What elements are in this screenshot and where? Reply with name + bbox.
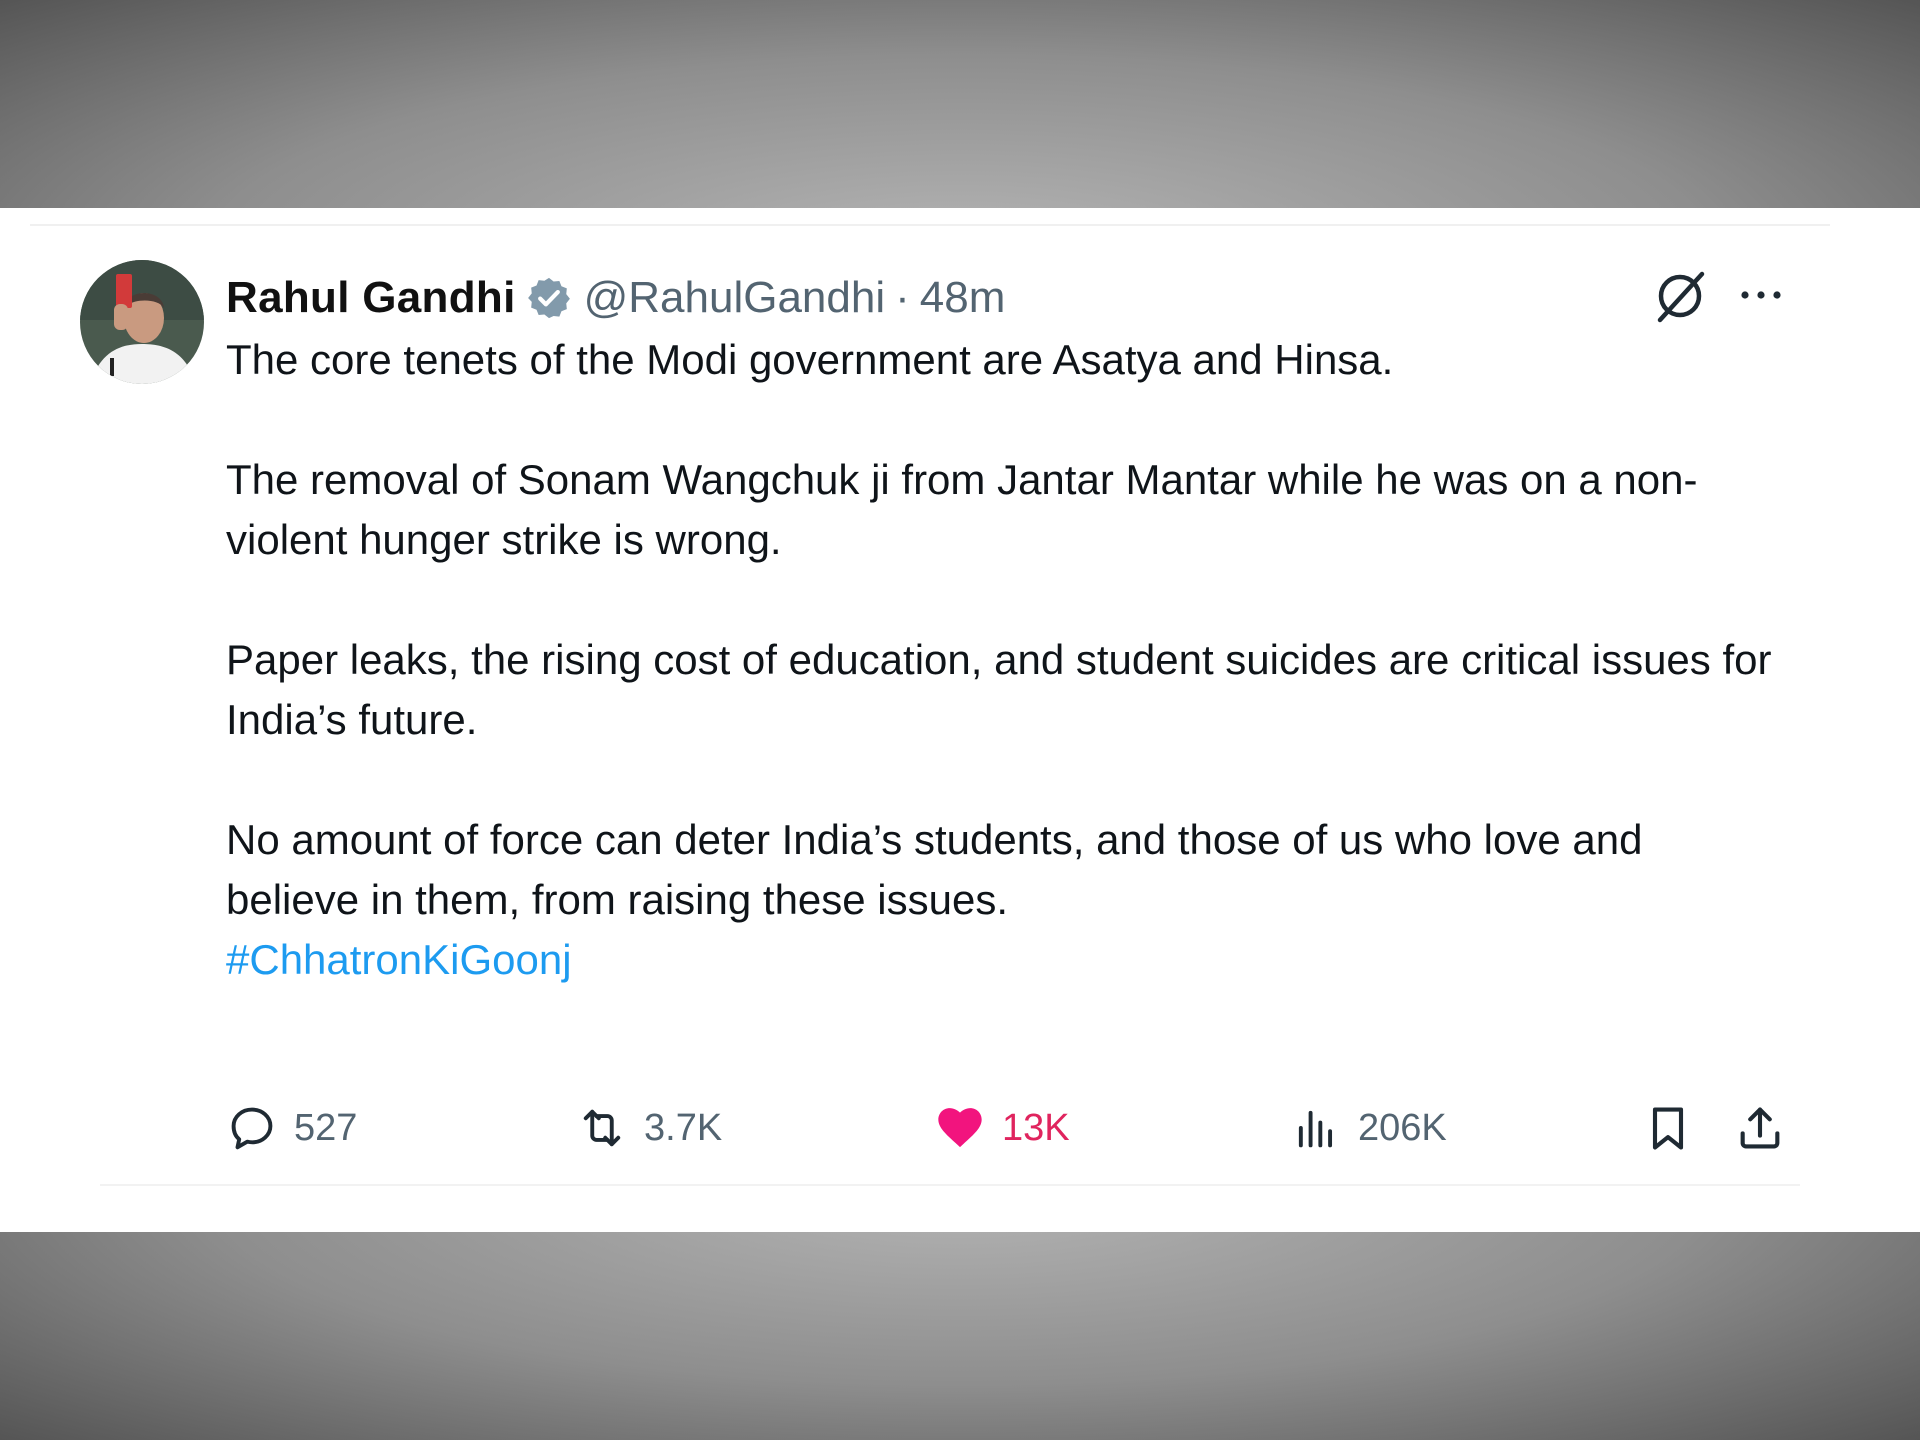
reply-count: 527: [294, 1106, 358, 1149]
author-handle[interactable]: @RahulGandhi: [584, 273, 886, 323]
heart-icon: [938, 1108, 982, 1148]
tweet-card[interactable]: Rahul Gandhi @RahulGandhi · 48m The core…: [0, 208, 1920, 1232]
blurred-background-top: [0, 0, 1920, 208]
grok-icon[interactable]: [1652, 268, 1708, 324]
repost-icon: [583, 1109, 621, 1147]
timestamp[interactable]: 48m: [920, 273, 1006, 323]
verified-badge-icon: [526, 275, 572, 321]
tweet-paragraph: Paper leaks, the rising cost of educatio…: [226, 636, 1772, 743]
views-button[interactable]: 206K: [1290, 1088, 1447, 1168]
author-name[interactable]: Rahul Gandhi: [226, 273, 516, 323]
bookmark-button[interactable]: [1642, 1088, 1710, 1168]
more-options-icon[interactable]: [1736, 270, 1786, 320]
hashtag-link[interactable]: #ChhatronKiGoonj: [226, 930, 1786, 990]
like-button[interactable]: 13K: [934, 1088, 1070, 1168]
reply-button[interactable]: 527: [226, 1088, 357, 1168]
divider: [30, 224, 1830, 226]
repost-count: 3.7K: [644, 1106, 723, 1149]
avatar-photo: [80, 260, 204, 384]
repost-button[interactable]: 3.7K: [576, 1088, 722, 1168]
tweet-paragraph: No amount of force can deter India’s stu…: [226, 816, 1643, 923]
action-bar: 527 3.7K 13K 206K: [226, 1088, 1786, 1168]
like-count: 13K: [1002, 1106, 1070, 1149]
reply-icon: [231, 1107, 273, 1150]
bookmark-icon: [1652, 1107, 1684, 1150]
separator-dot: ·: [895, 273, 910, 322]
blurred-background-bottom: [0, 1232, 1920, 1440]
tweet-header: Rahul Gandhi @RahulGandhi · 48m: [226, 268, 1005, 328]
views-count: 206K: [1358, 1106, 1447, 1149]
tweet-paragraph: The core tenets of the Modi government a…: [226, 336, 1394, 383]
share-icon: [1740, 1107, 1780, 1149]
views-icon: [1298, 1110, 1333, 1148]
tweet-text: The core tenets of the Modi government a…: [226, 330, 1786, 990]
divider: [100, 1184, 1800, 1186]
share-button[interactable]: [1734, 1088, 1802, 1168]
tweet-paragraph: The removal of Sonam Wangchuk ji from Ja…: [226, 456, 1698, 563]
avatar[interactable]: [80, 260, 204, 384]
